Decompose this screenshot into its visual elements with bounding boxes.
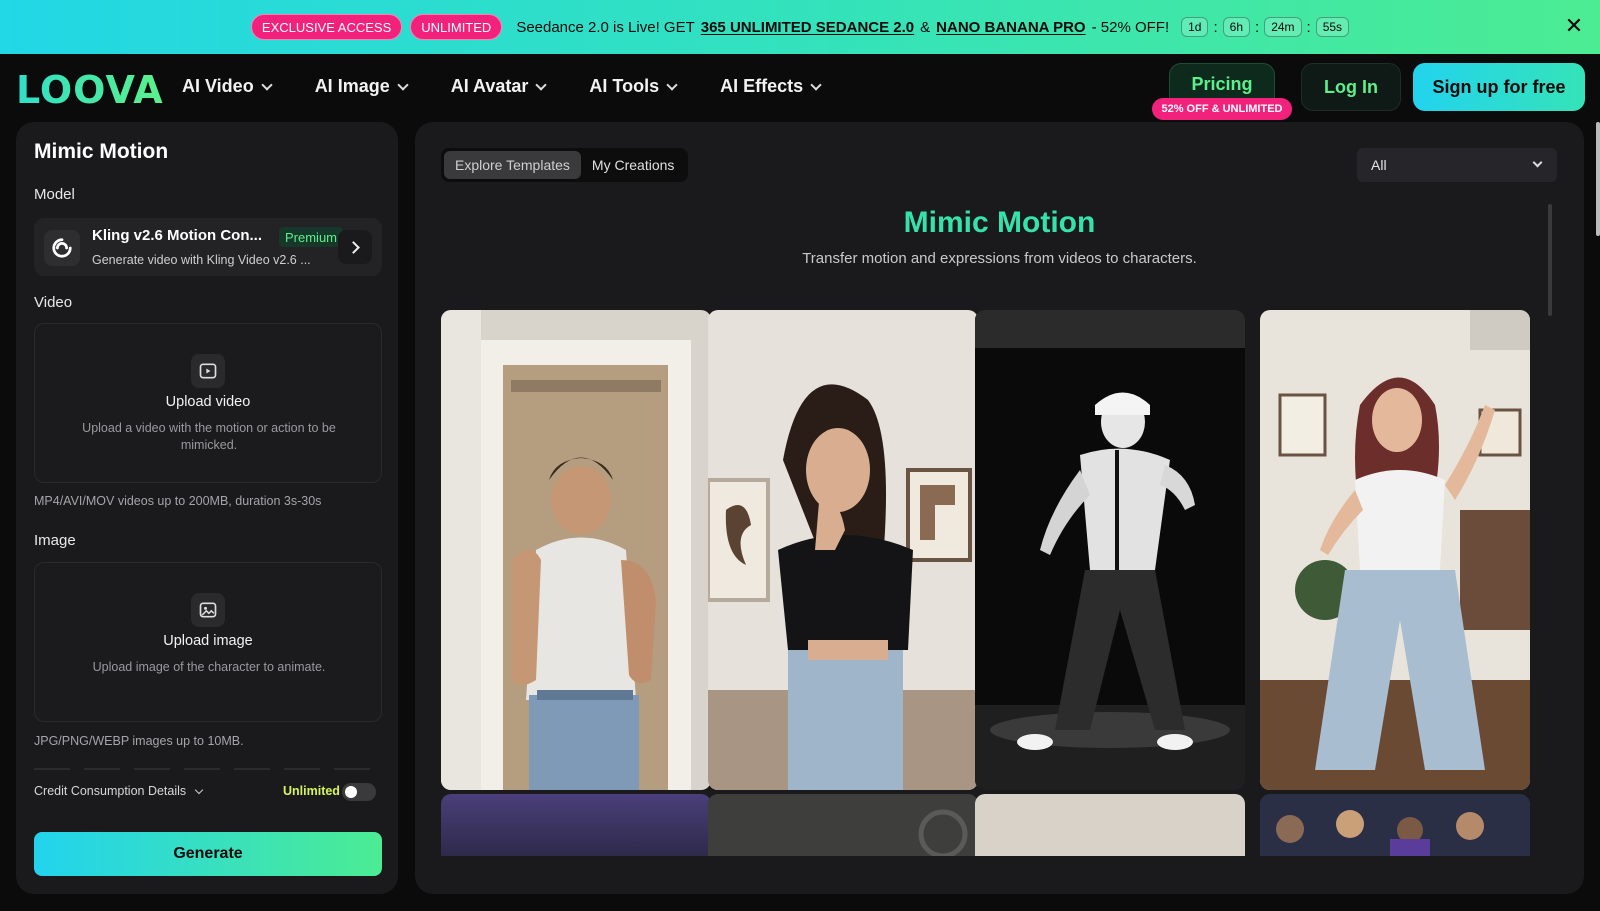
nav-item-ai-effects[interactable]: AI Effects (720, 76, 822, 97)
nav-menu: AI Video AI Image AI Avatar AI Tools AI … (182, 76, 864, 97)
chevron-down-icon (666, 78, 678, 91)
banner-link-nano-banana[interactable]: NANO BANANA PRO (936, 19, 1085, 36)
template-card[interactable] (441, 794, 711, 856)
template-thumbnail (1260, 310, 1530, 790)
template-card[interactable] (1260, 310, 1530, 790)
chevron-down-icon (1532, 157, 1543, 168)
template-thumbnail (975, 310, 1245, 790)
credit-consumption-toggle[interactable]: Credit Consumption Details (34, 784, 204, 798)
nav-item-label: AI Video (182, 76, 254, 96)
kling-model-icon (44, 230, 80, 266)
panel-title: Mimic Motion (34, 140, 169, 163)
banner-amp: & (920, 18, 931, 36)
promo-banner: EXCLUSIVE ACCESS UNLIMITED Seedance 2.0 … (0, 0, 1600, 54)
timer-seconds: 55s (1315, 17, 1350, 37)
scrollbar[interactable] (1548, 204, 1552, 316)
video-upload-description: Upload a video with the motion or action… (82, 421, 336, 452)
image-upload-description: Upload image of the character to animate… (92, 660, 326, 674)
model-selector[interactable]: Kling v2.6 Motion Con... Premium Generat… (34, 218, 382, 276)
template-card[interactable] (708, 794, 978, 856)
nav-item-ai-image[interactable]: AI Image (314, 76, 409, 97)
video-upload-title: Upload video (165, 394, 251, 410)
unlimited-label: Unlimited (283, 784, 340, 798)
category-filter-select[interactable]: All (1357, 148, 1557, 182)
loova-logo[interactable]: LOOVA (16, 68, 164, 112)
login-button[interactable]: Log In (1301, 63, 1401, 111)
chevron-down-icon (261, 78, 273, 91)
banner-link-seedance[interactable]: 365 UNLIMITED SEDANCE 2.0 (701, 19, 914, 36)
top-nav: LOOVA AI Video AI Image AI Avatar AI Too… (0, 54, 1600, 122)
template-thumbnail (708, 310, 978, 790)
template-card[interactable] (975, 310, 1245, 790)
generation-panel: Mimic Motion Model Kling v2.6 Motion Con… (16, 122, 398, 894)
banner-prefix: Seedance 2.0 is Live! GET (516, 18, 695, 36)
timer-minutes: 24m (1264, 17, 1302, 37)
tab-explore-templates[interactable]: Explore Templates (444, 151, 581, 179)
template-card[interactable] (1260, 794, 1530, 856)
chevron-down-icon (810, 78, 822, 91)
model-description: Generate video with Kling Video v2.6 ... (92, 253, 311, 267)
unlimited-toggle[interactable] (342, 783, 376, 801)
timer-sep: : (1213, 18, 1218, 36)
timer-days: 1d (1181, 17, 1209, 37)
model-name: Kling v2.6 Motion Con... (92, 227, 262, 244)
image-label: Image (34, 532, 76, 549)
signup-button[interactable]: Sign up for free (1413, 63, 1585, 111)
close-icon[interactable]: ✕ (1562, 15, 1586, 39)
nav-item-ai-avatar[interactable]: AI Avatar (450, 76, 548, 97)
timer-sep: : (1306, 18, 1311, 36)
banner-suffix: - 52% OFF! (1091, 18, 1170, 36)
template-thumbnail (441, 794, 711, 856)
image-format-hint: JPG/PNG/WEBP images up to 10MB. (34, 734, 244, 748)
image-upload-title: Upload image (163, 633, 253, 649)
nav-item-label: AI Image (314, 76, 390, 96)
exclusive-access-pill: EXCLUSIVE ACCESS (250, 14, 403, 40)
chevron-down-icon (397, 78, 409, 91)
premium-badge: Premium (279, 227, 344, 247)
window-scrollbar[interactable] (1596, 122, 1600, 236)
nav-item-label: AI Effects (720, 76, 804, 96)
video-label: Video (34, 294, 73, 311)
video-upload-icon (191, 354, 225, 388)
template-thumbnail (975, 794, 1245, 856)
divider (34, 768, 382, 770)
chevron-right-icon[interactable] (338, 230, 372, 264)
countdown-timer: 1d : 6h : 24m : 55s (1181, 17, 1350, 37)
image-upload-dropzone[interactable]: Upload image Upload image of the charact… (34, 562, 382, 722)
nav-item-label: AI Avatar (450, 76, 529, 96)
image-upload-icon (191, 593, 225, 627)
template-card[interactable] (975, 794, 1245, 856)
template-thumbnail (1260, 794, 1530, 856)
tab-my-creations[interactable]: My Creations (581, 151, 685, 179)
credit-label: Credit Consumption Details (34, 784, 187, 798)
filter-value: All (1371, 157, 1387, 173)
chevron-down-icon (194, 785, 204, 794)
templates-panel: Explore Templates My Creations All Mimic… (415, 122, 1584, 894)
timer-sep: : (1255, 18, 1260, 36)
model-label: Model (34, 186, 75, 203)
section-subtitle: Transfer motion and expressions from vid… (802, 250, 1197, 267)
chevron-down-icon (535, 78, 548, 91)
template-thumbnail (441, 310, 711, 790)
timer-hours: 6h (1222, 17, 1251, 37)
template-card[interactable] (441, 310, 711, 790)
pricing-discount-badge: 52% OFF & UNLIMITED (1152, 98, 1292, 120)
generate-button[interactable]: Generate (34, 832, 382, 876)
template-thumbnail (708, 794, 978, 856)
nav-item-ai-tools[interactable]: AI Tools (589, 76, 678, 97)
unlimited-pill: UNLIMITED (410, 14, 503, 40)
section-title: Mimic Motion (903, 206, 1096, 239)
video-format-hint: MP4/AVI/MOV videos up to 200MB, duration… (34, 494, 322, 508)
template-card[interactable] (708, 310, 978, 790)
view-tabs: Explore Templates My Creations (441, 148, 689, 182)
nav-item-label: AI Tools (589, 76, 660, 96)
nav-item-ai-video[interactable]: AI Video (182, 76, 273, 97)
banner-text: Seedance 2.0 is Live! GET 365 UNLIMITED … (516, 19, 1169, 36)
video-upload-dropzone[interactable]: Upload video Upload a video with the mot… (34, 323, 382, 483)
